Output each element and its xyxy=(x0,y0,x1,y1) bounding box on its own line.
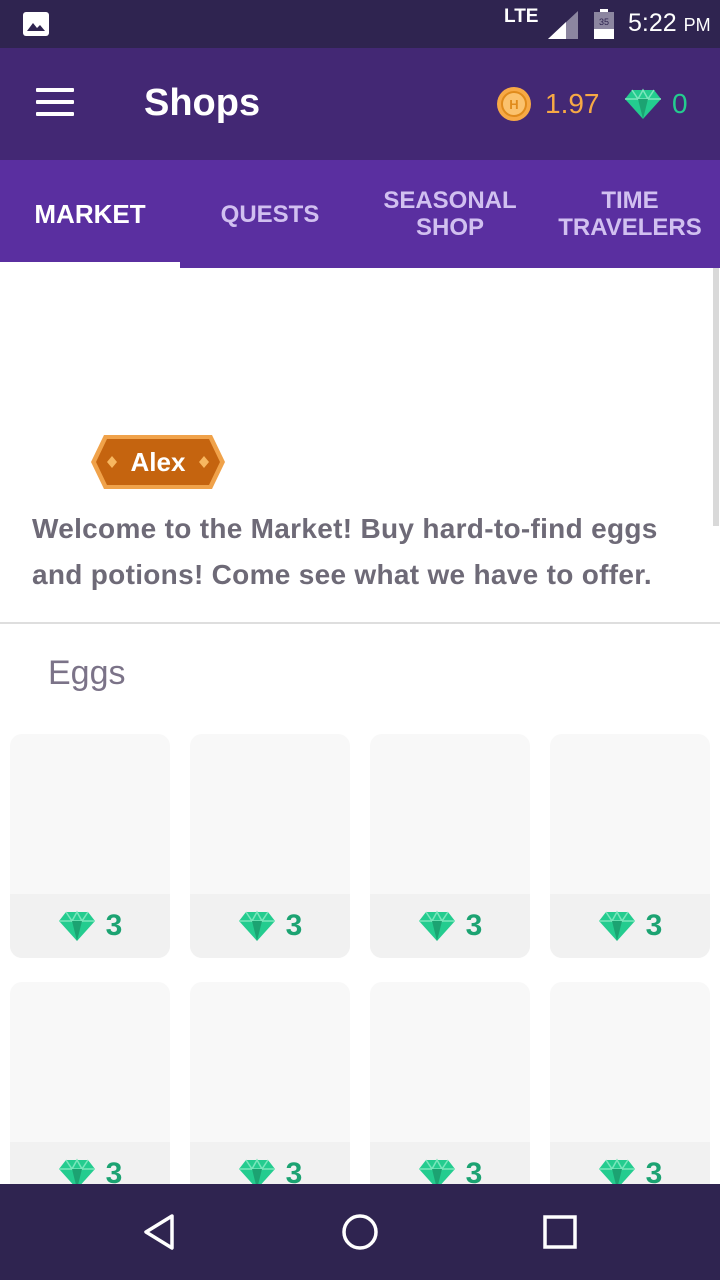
shop-tabs: MARKET QUESTS SEASONAL SHOP TIME TRAVELE… xyxy=(0,160,720,268)
gold-balance: 1.97 xyxy=(545,88,600,119)
tab-quests[interactable]: QUESTS xyxy=(180,160,360,268)
battery-level: 35 xyxy=(599,17,609,27)
gem-icon xyxy=(238,1158,275,1184)
clock-ampm: PM xyxy=(683,15,711,35)
gem-icon xyxy=(418,910,455,941)
tab-time-travelers[interactable]: TIME TRAVELERS xyxy=(540,160,720,268)
gem-icon xyxy=(238,910,275,941)
tab-market[interactable]: MARKET xyxy=(0,160,180,268)
shop-item-card[interactable]: 3 xyxy=(190,982,350,1184)
item-price: 3 xyxy=(285,909,303,942)
item-price: 3 xyxy=(105,1157,123,1184)
gem-icon xyxy=(625,88,661,119)
tab-seasonal-shop[interactable]: SEASONAL SHOP xyxy=(360,160,540,268)
item-price: 3 xyxy=(465,1157,483,1184)
shop-item-card[interactable]: 3 xyxy=(10,734,170,958)
gem-icon xyxy=(598,1158,635,1184)
item-price: 3 xyxy=(285,1157,303,1184)
page-title: Shops xyxy=(144,82,261,124)
clock-time: 5:22 xyxy=(628,9,677,37)
item-price-bar: 3 xyxy=(10,894,170,958)
item-price-bar: 3 xyxy=(550,894,710,958)
shop-item-card[interactable]: 3 xyxy=(370,982,530,1184)
screen: LTE 35 5:22 PM Shops H 1.97 0 MARKET QUE… xyxy=(0,0,720,1280)
market-content[interactable]: Alex Welcome to the Market! Buy hard-to-… xyxy=(0,268,720,1184)
shop-item-card[interactable]: 3 xyxy=(190,734,350,958)
shop-item-card[interactable]: 3 xyxy=(550,734,710,958)
section-title-eggs: Eggs xyxy=(48,654,126,692)
gem-icon xyxy=(58,910,95,941)
npc-name: Alex xyxy=(130,447,186,477)
gem-icon xyxy=(598,910,635,941)
item-price-bar: 3 xyxy=(190,894,350,958)
item-price: 3 xyxy=(465,909,483,942)
home-icon[interactable] xyxy=(340,1212,380,1252)
item-price: 3 xyxy=(105,909,123,942)
item-price-bar: 3 xyxy=(190,1142,350,1184)
divider xyxy=(0,622,720,624)
item-price-bar: 3 xyxy=(370,1142,530,1184)
item-price-bar: 3 xyxy=(550,1142,710,1184)
shop-item-card[interactable]: 3 xyxy=(550,982,710,1184)
recents-icon[interactable] xyxy=(540,1212,580,1252)
npc-welcome-text: Welcome to the Market! Buy hard-to-find … xyxy=(32,513,658,590)
gem-balance: 0 xyxy=(672,88,688,119)
gem-icon xyxy=(418,1158,455,1184)
item-price-bar: 3 xyxy=(370,894,530,958)
signal-icon xyxy=(548,11,578,39)
status-bar: LTE 35 5:22 PM xyxy=(0,0,720,48)
gem-icon xyxy=(58,1158,95,1184)
network-type: LTE xyxy=(504,6,539,27)
item-price: 3 xyxy=(645,1157,663,1184)
item-price: 3 xyxy=(645,909,663,942)
item-price-bar: 3 xyxy=(10,1142,170,1184)
gallery-icon xyxy=(23,12,49,36)
menu-icon[interactable] xyxy=(36,88,76,118)
svg-text:H: H xyxy=(509,97,518,112)
scrollbar[interactable] xyxy=(713,268,719,526)
back-icon[interactable] xyxy=(140,1212,180,1252)
shop-item-card[interactable]: 3 xyxy=(10,982,170,1184)
shop-item-card[interactable]: 3 xyxy=(370,734,530,958)
navigation-bar xyxy=(0,1184,720,1280)
gold-coin-icon: H xyxy=(497,87,531,121)
status-clock: 5:22 PM xyxy=(628,9,711,38)
battery-icon: 35 xyxy=(594,9,614,39)
app-bar: Shops H 1.97 0 xyxy=(0,48,720,160)
